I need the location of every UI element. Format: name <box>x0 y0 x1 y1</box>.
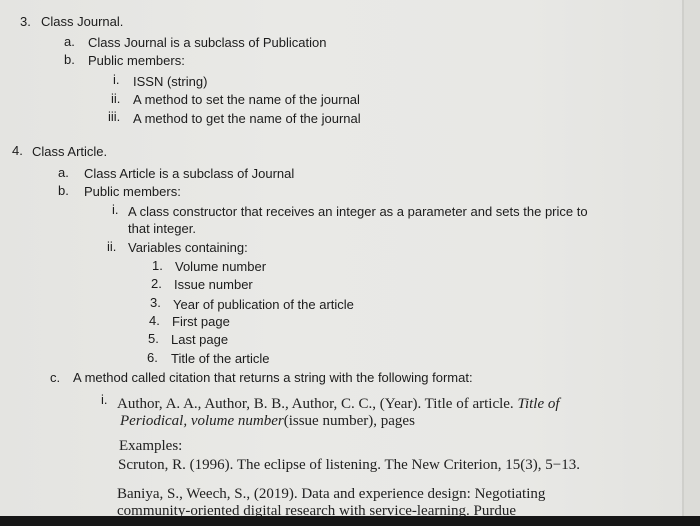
list-marker: 1. <box>152 258 163 273</box>
list-item: Volume number <box>175 259 267 274</box>
section-number: 3. <box>20 14 31 29</box>
list-item: Variables containing: <box>128 240 248 255</box>
page-edge <box>682 0 684 526</box>
example-citation: Baniya, S., Weech, S., (2019). Data and … <box>117 486 546 502</box>
list-marker: i. <box>112 202 119 217</box>
list-marker: iii. <box>108 109 121 124</box>
section-title: Class Article. <box>32 144 108 159</box>
list-marker: 3. <box>150 295 161 310</box>
citation-format-plain: Author, A. A., Author, B. B., Author, C.… <box>117 396 518 412</box>
section-title: Class Journal. <box>41 14 124 29</box>
list-item-continuation: that integer. <box>128 221 196 236</box>
page-right-margin <box>684 0 700 526</box>
list-marker: b. <box>64 52 75 67</box>
list-marker: a. <box>58 165 69 180</box>
list-marker: 5. <box>148 331 159 346</box>
citation-format-line1: Author, A. A., Author, B. B., Author, C.… <box>117 395 560 413</box>
list-marker: ii. <box>107 239 117 254</box>
citation-format-line2: Periodical, volume number(issue number),… <box>120 412 415 430</box>
list-item: A class constructor that receives an int… <box>128 204 588 219</box>
list-marker: i. <box>101 392 108 407</box>
list-item: A method to get the name of the journal <box>133 111 361 126</box>
list-item: ISSN (string) <box>133 74 208 89</box>
list-item: Issue number <box>174 277 253 292</box>
citation-format-italic: Title of <box>517 396 560 412</box>
list-item: Public members: <box>84 184 181 199</box>
list-item: A method to set the name of the journal <box>133 92 360 107</box>
examples-label: Examples: <box>119 438 183 454</box>
citation-format-italic: Periodical, volume number <box>120 413 284 429</box>
list-item: Public members: <box>88 53 185 68</box>
list-item: Year of publication of the article <box>173 297 354 312</box>
list-item: A method called citation that returns a … <box>73 370 473 385</box>
list-item: First page <box>172 314 230 329</box>
list-marker: 2. <box>151 276 162 291</box>
list-marker: i. <box>113 72 120 87</box>
citation-format-plain: (issue number), pages <box>283 413 415 429</box>
list-item: Class Journal is a subclass of Publicati… <box>88 35 327 50</box>
list-item: Title of the article <box>171 351 270 366</box>
section-number: 4. <box>12 143 23 158</box>
list-item: Class Article is a subclass of Journal <box>84 166 295 181</box>
list-marker: c. <box>50 370 61 385</box>
list-item: Last page <box>171 332 229 347</box>
list-marker: b. <box>58 183 69 198</box>
bottom-bezel <box>0 516 700 526</box>
list-marker: 4. <box>149 313 160 328</box>
example-citation: Scruton, R. (1996). The eclipse of liste… <box>118 457 580 473</box>
list-marker: 6. <box>147 350 158 365</box>
list-marker: a. <box>64 34 75 49</box>
list-marker: ii. <box>111 91 121 106</box>
